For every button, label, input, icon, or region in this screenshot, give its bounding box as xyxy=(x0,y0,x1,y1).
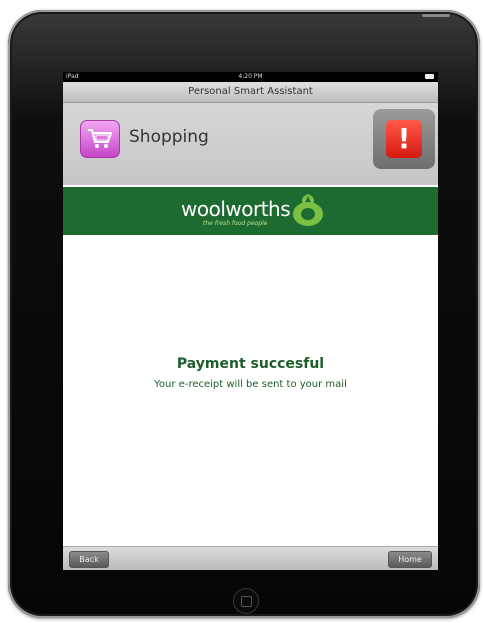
section-label: Shopping xyxy=(129,127,209,147)
home-button[interactable]: Home xyxy=(388,551,432,568)
woolworths-logo-icon xyxy=(293,194,323,226)
status-time: 4:20 PM xyxy=(238,73,263,80)
alert-icon: ! xyxy=(386,120,422,158)
payment-status-title: Payment succesful xyxy=(176,356,325,372)
app-title-bar: Personal Smart Assistant xyxy=(63,82,438,103)
brand-tagline: the fresh food people xyxy=(203,220,268,227)
device-home-button[interactable] xyxy=(233,588,259,614)
brand-name: woolworths xyxy=(181,197,291,221)
content-area: Payment succesful Your e-receipt will be… xyxy=(63,235,438,543)
app-title: Personal Smart Assistant xyxy=(188,86,313,97)
receipt-message: Your e-receipt will be sent to your mail xyxy=(154,379,347,390)
footer-toolbar: Back Home xyxy=(63,546,438,570)
shopping-cart-icon[interactable] xyxy=(80,120,120,158)
status-bar: iPad 4:20 PM xyxy=(63,72,438,82)
brand-banner: woolworths the fresh food people xyxy=(63,187,438,235)
home-square-icon xyxy=(241,596,252,607)
back-button[interactable]: Back xyxy=(69,551,109,568)
app-screen: iPad 4:20 PM Personal Smart Assistant Sh… xyxy=(63,72,438,570)
section-header: Shopping ! xyxy=(63,103,438,185)
device-sensor xyxy=(422,14,450,17)
battery-icon xyxy=(425,74,434,79)
alert-button[interactable]: ! xyxy=(373,109,435,169)
